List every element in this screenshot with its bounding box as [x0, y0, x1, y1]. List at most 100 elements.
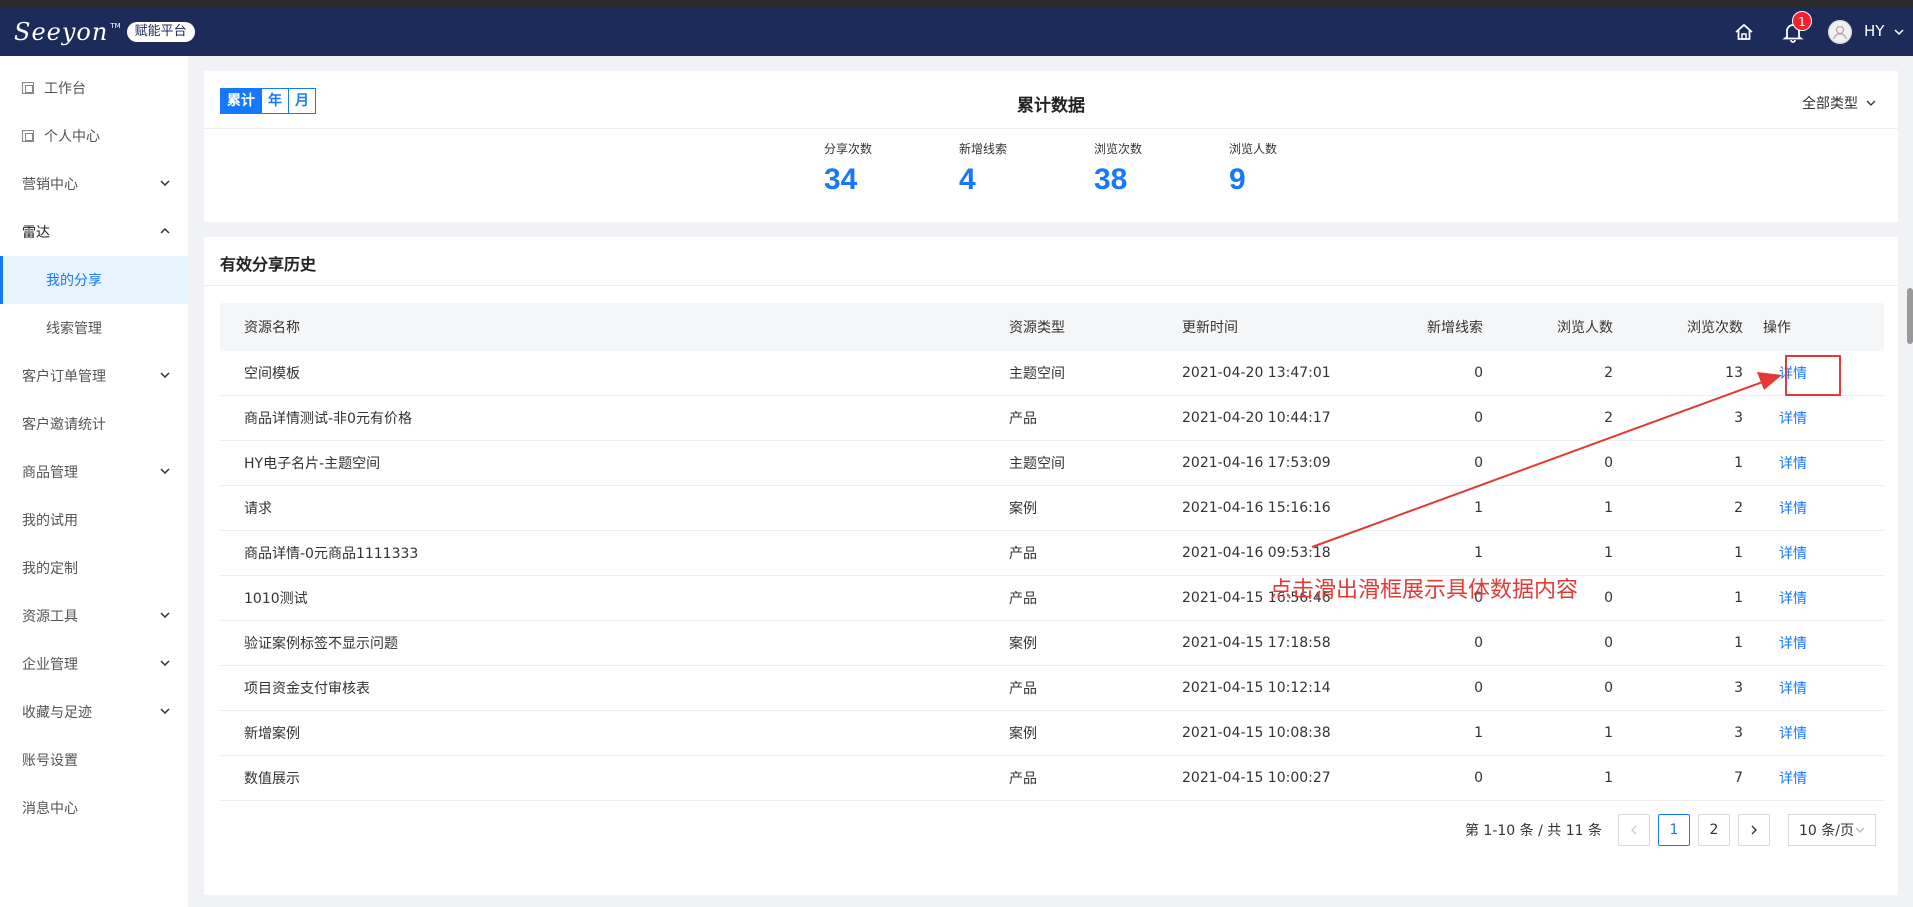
prev-page-button[interactable] — [1618, 814, 1650, 846]
sidebar-item-label: 客户邀请统计 — [22, 417, 106, 433]
cell-name: 请求 — [244, 501, 272, 517]
sidebar-item-my-customization[interactable]: 我的定制 — [0, 544, 188, 592]
detail-link[interactable]: 详情 — [1743, 678, 1884, 698]
column-header: 操作 — [1763, 320, 1791, 336]
divider — [204, 128, 1898, 129]
page-size-select[interactable]: 10 条/页 — [1788, 814, 1876, 846]
detail-link[interactable]: 详情 — [1743, 588, 1884, 608]
platform-badge: 赋能平台 — [126, 22, 195, 42]
chevron-right-icon — [1751, 825, 1757, 835]
detail-link[interactable]: 详情 — [1743, 453, 1884, 473]
chevron-down-icon — [160, 180, 170, 187]
column-header: 更新时间 — [1182, 320, 1238, 336]
cell-views: 1 — [1734, 455, 1743, 471]
column-header: 资源类型 — [1009, 320, 1065, 336]
detail-link[interactable]: 详情 — [1743, 408, 1884, 428]
sidebar-item-marketing[interactable]: 营销中心 — [0, 160, 188, 208]
sidebar-item-radar[interactable]: 雷达 — [0, 208, 188, 256]
seeyon-logo[interactable]: Seeyon TM 赋能平台 — [14, 17, 195, 47]
sidebar-item-label: 资源工具 — [22, 609, 78, 625]
detail-link[interactable]: 详情 — [1743, 768, 1884, 788]
cell-type: 案例 — [1009, 501, 1037, 517]
stat-new-leads: 新增线索 4 — [959, 140, 1007, 197]
page-button-1[interactable]: 1 — [1658, 814, 1690, 846]
cell-type: 产品 — [1009, 411, 1037, 427]
column-header: 新增线索 — [1427, 320, 1483, 336]
sidebar-item-label: 雷达 — [22, 225, 50, 241]
user-avatar-icon — [1828, 20, 1852, 44]
chevron-down-icon[interactable] — [1894, 27, 1904, 37]
cell-time: 2021-04-20 10:44:17 — [1182, 410, 1331, 426]
scrollbar-handle[interactable] — [1907, 288, 1913, 344]
sidebar-item-customer-orders[interactable]: 客户订单管理 — [0, 352, 188, 400]
sidebar-item-resource-tools[interactable]: 资源工具 — [0, 592, 188, 640]
share-history-table: 资源名称 资源类型 更新时间 新增线索 浏览人数 浏览次数 操作 空间模板 主题… — [220, 303, 1884, 801]
next-page-button[interactable] — [1738, 814, 1770, 846]
home-icon[interactable] — [1733, 21, 1755, 43]
sidebar-item-label: 我的分享 — [46, 273, 102, 289]
cell-views: 1 — [1734, 590, 1743, 606]
table-row: 1010测试 产品 2021-04-15 16:56:46 0 0 1 详情 — [220, 576, 1884, 621]
cell-name: 验证案例标签不显示问题 — [244, 636, 398, 652]
logo-tm: TM — [110, 22, 121, 30]
cell-time: 2021-04-16 15:16:16 — [1182, 500, 1331, 516]
sidebar-item-invite-stats[interactable]: 客户邀请统计 — [0, 400, 188, 448]
stat-value: 38 — [1094, 163, 1128, 196]
chevron-down-icon — [160, 660, 170, 667]
cell-visitors: 1 — [1604, 500, 1613, 516]
sidebar-item-my-trial[interactable]: 我的试用 — [0, 496, 188, 544]
cell-visitors: 1 — [1604, 725, 1613, 741]
cell-views: 3 — [1734, 680, 1743, 696]
avatar[interactable] — [1828, 20, 1852, 44]
cell-time: 2021-04-15 10:00:27 — [1182, 770, 1331, 786]
cell-leads: 0 — [1474, 365, 1483, 381]
sidebar-item-favorites-history[interactable]: 收藏与足迹 — [0, 688, 188, 736]
user-name[interactable]: HY — [1864, 22, 1884, 40]
sidebar-item-enterprise-management[interactable]: 企业管理 — [0, 640, 188, 688]
type-filter-label: 全部类型 — [1802, 96, 1858, 112]
stat-label: 浏览人数 — [1229, 142, 1278, 156]
detail-link[interactable]: 详情 — [1743, 498, 1884, 518]
cell-visitors: 0 — [1604, 680, 1613, 696]
cell-visitors: 0 — [1604, 635, 1613, 651]
cell-type: 产品 — [1009, 546, 1037, 562]
cell-time: 2021-04-15 10:08:38 — [1182, 725, 1331, 741]
cell-type: 案例 — [1009, 726, 1037, 742]
cell-views: 1 — [1734, 545, 1743, 561]
detail-link[interactable]: 详情 — [1743, 633, 1884, 653]
sidebar-item-lead-management[interactable]: 线索管理 — [0, 304, 188, 352]
workbench-icon — [22, 82, 34, 94]
page-button-2[interactable]: 2 — [1698, 814, 1730, 846]
sidebar-item-label: 商品管理 — [22, 465, 78, 481]
pagination: 第 1-10 条 / 共 11 条 1 2 10 条/页 — [1465, 814, 1876, 846]
personal-icon — [22, 130, 34, 142]
detail-link[interactable]: 详情 — [1743, 543, 1884, 563]
sidebar-item-my-share[interactable]: 我的分享 — [0, 256, 188, 304]
pagination-info: 第 1-10 条 / 共 11 条 — [1464, 823, 1602, 839]
sidebar-item-workbench[interactable]: 工作台 — [0, 64, 188, 112]
cell-type: 产品 — [1009, 771, 1037, 787]
cell-leads: 1 — [1474, 545, 1483, 561]
page-size-label: 10 条/页 — [1799, 823, 1854, 839]
column-header: 资源名称 — [244, 320, 300, 336]
cell-views: 3 — [1734, 725, 1743, 741]
cell-name: 商品详情测试-非0元有价格 — [244, 411, 412, 427]
sidebar-item-message-center[interactable]: 消息中心 — [0, 784, 188, 832]
sidebar-item-account-settings[interactable]: 账号设置 — [0, 736, 188, 784]
detail-link[interactable]: 详情 — [1743, 723, 1884, 743]
table-row: 请求 案例 2021-04-16 15:16:16 1 1 2 详情 — [220, 486, 1884, 531]
cell-name: 空间模板 — [244, 366, 300, 382]
cell-time: 2021-04-15 10:12:14 — [1182, 680, 1331, 696]
type-filter-select[interactable]: 全部类型 — [1802, 93, 1876, 113]
cell-type: 产品 — [1009, 591, 1037, 607]
sidebar-item-product-management[interactable]: 商品管理 — [0, 448, 188, 496]
stat-view-count: 浏览次数 38 — [1094, 140, 1142, 197]
cell-visitors: 2 — [1604, 365, 1613, 381]
cell-name: HY电子名片-主题空间 — [244, 456, 381, 472]
divider — [204, 285, 1898, 286]
cell-time: 2021-04-15 17:18:58 — [1182, 635, 1331, 651]
cell-leads: 0 — [1474, 455, 1483, 471]
sidebar-item-personal-center[interactable]: 个人中心 — [0, 112, 188, 160]
summary-card: 累计 年 月 累计数据 全部类型 分享次数 34 新增线索 4 浏览次数 38 … — [204, 71, 1898, 222]
table-row: 验证案例标签不显示问题 案例 2021-04-15 17:18:58 0 0 1… — [220, 621, 1884, 666]
